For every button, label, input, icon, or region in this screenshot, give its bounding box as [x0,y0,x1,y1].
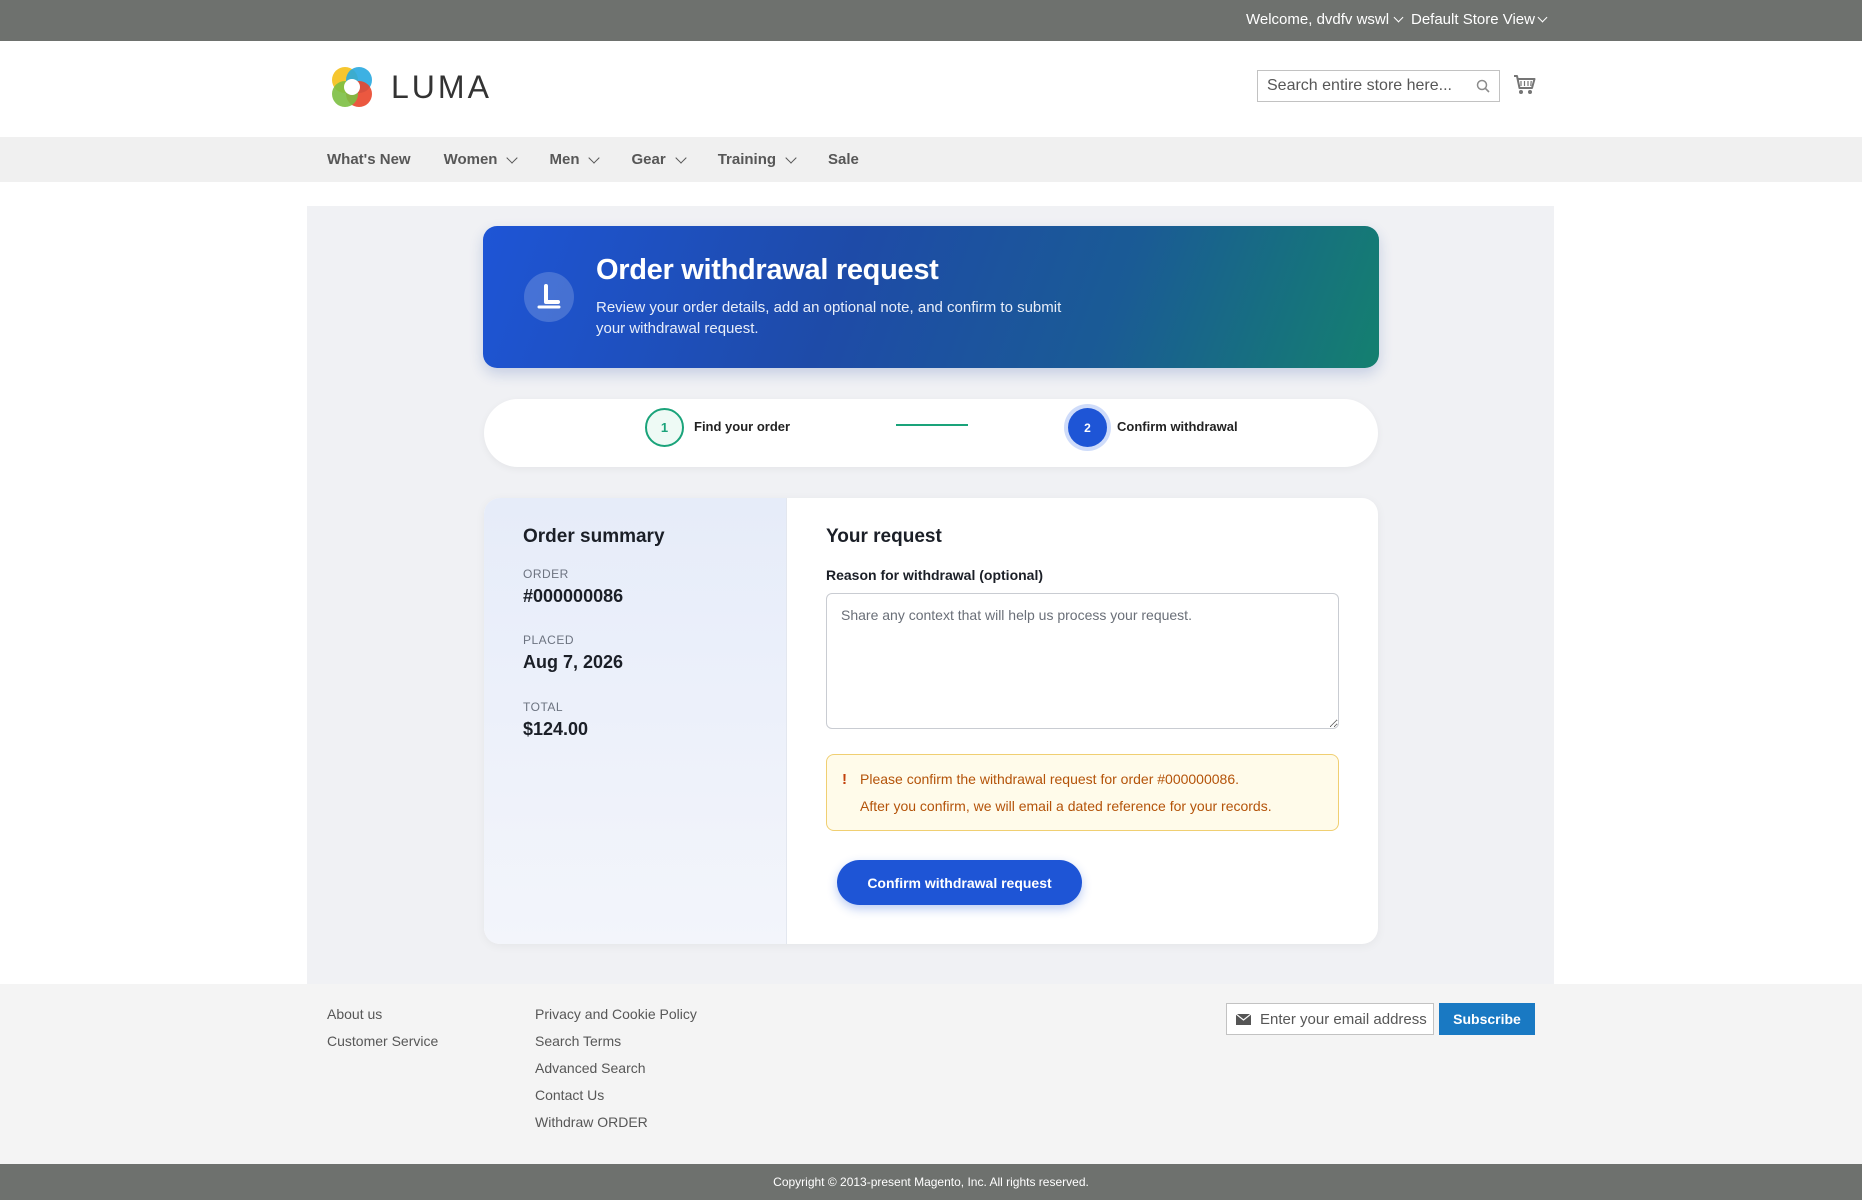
nav-item-label: Gear [631,151,666,168]
nav-item-men[interactable]: Men [549,151,601,168]
cart-icon[interactable] [1513,74,1537,96]
footer-links-col-2: Privacy and Cookie Policy Search Terms Adv… [535,1004,697,1139]
envelope-icon [1236,1014,1251,1025]
notice-line-2: After you confirm, we will email a dated… [860,798,1272,814]
store-view-label: Default Store View [1411,11,1535,28]
footer-link[interactable]: Withdraw ORDER [535,1112,697,1139]
step-1-label: Find your order [694,419,791,434]
order-number: #000000086 [523,586,624,606]
footer-link[interactable]: Customer Service [327,1031,438,1058]
footer-link[interactable]: Contact Us [535,1085,697,1112]
request-title: Your request [826,526,942,547]
confirmation-notice: ! Please confirm the withdrawal request … [826,754,1339,831]
logo[interactable]: LUMA [327,62,492,112]
progress-stepper: 1 Find your order 2 Confirm withdrawal [484,399,1378,467]
total-label: TOTAL [523,700,564,714]
nav-item-sale[interactable]: Sale [828,151,859,168]
order-summary-panel: Order summary ORDER #000000086 PLACED Au… [484,498,787,944]
chevron-down-icon [1537,12,1548,23]
withdrawal-card: Order summary ORDER #000000086 PLACED Au… [484,498,1378,944]
luma-logo-icon [332,67,372,107]
step-connector [896,424,968,426]
order-summary-title: Order summary [523,526,665,547]
chevron-down-icon [506,151,519,164]
nav-item-what-s-new[interactable]: What's New [327,151,411,168]
request-panel: Your request Reason for withdrawal (opti… [787,498,1378,944]
step-2-badge: 2 [1068,408,1107,447]
placed-label: PLACED [523,633,575,647]
reason-textarea[interactable] [826,593,1339,729]
nav-item-women[interactable]: Women [443,151,519,168]
page-subtitle: Review your order details, add an option… [596,299,1062,337]
order-total: $124.00 [523,719,589,739]
chevron-down-icon [675,151,687,164]
welcome-menu[interactable]: Welcome, dvdfv wswl [1246,11,1404,28]
chevron-down-icon [1393,12,1404,23]
footer-link[interactable]: Search Terms [535,1031,697,1058]
chevron-down-icon [785,151,797,164]
footer-link[interactable]: Privacy and Cookie Policy [535,1004,697,1031]
step-1-badge: 1 [645,408,684,447]
placed-date: Aug 7, 2026 [523,652,624,672]
search-input[interactable] [1258,71,1468,101]
search-box [1257,70,1500,102]
logo-text: LUMA [391,68,492,105]
footer-link[interactable]: About us [327,1004,438,1031]
site-footer: About us Customer Service Privacy and Coo… [0,984,1862,1164]
warning-icon: ! [842,771,847,788]
nav-item-gear[interactable]: Gear [631,151,687,168]
copyright-text: Copyright © 2013-present Magento, Inc. A… [773,1175,1089,1189]
newsletter-field [1226,1003,1434,1035]
search-icon[interactable] [1476,79,1490,93]
chevron-down-icon [588,151,601,164]
reason-label: Reason for withdrawal (optional) [826,567,1044,583]
hero-banner: Order withdrawal request Review your ord… [483,226,1379,368]
copyright-bar: Copyright © 2013-present Magento, Inc. A… [0,1164,1862,1200]
confirm-withdrawal-button[interactable]: Confirm withdrawal request [837,860,1082,905]
footer-links-col-1: About us Customer Service [327,1004,438,1058]
nav-item-label: Men [549,151,580,168]
store-view-switcher[interactable]: Default Store View [1411,11,1548,28]
subscribe-button[interactable]: Subscribe [1439,1003,1535,1035]
notice-line-1: Please confirm the withdrawal request fo… [860,771,1239,787]
nav-item-training[interactable]: Training [717,151,797,168]
page-title: Order withdrawal request [596,254,939,286]
nav-item-label: Training [717,151,777,168]
nav-item-label: Sale [828,151,859,168]
welcome-text: Welcome, dvdfv wswl [1246,11,1390,28]
withdrawal-icon [524,272,574,322]
footer-link[interactable]: Advanced Search [535,1058,697,1085]
nav-item-label: Women [443,151,498,168]
top-bar: Welcome, dvdfv wswl Default Store View [0,0,1862,41]
nav-item-label: What's New [327,151,411,168]
step-2-label: Confirm withdrawal [1117,419,1238,434]
main-navigation: What's New Women Men Gear Training Sale [0,137,1862,182]
newsletter-email-input[interactable] [1260,1004,1430,1034]
site-header: LUMA [0,41,1862,137]
order-label: ORDER [523,567,569,581]
